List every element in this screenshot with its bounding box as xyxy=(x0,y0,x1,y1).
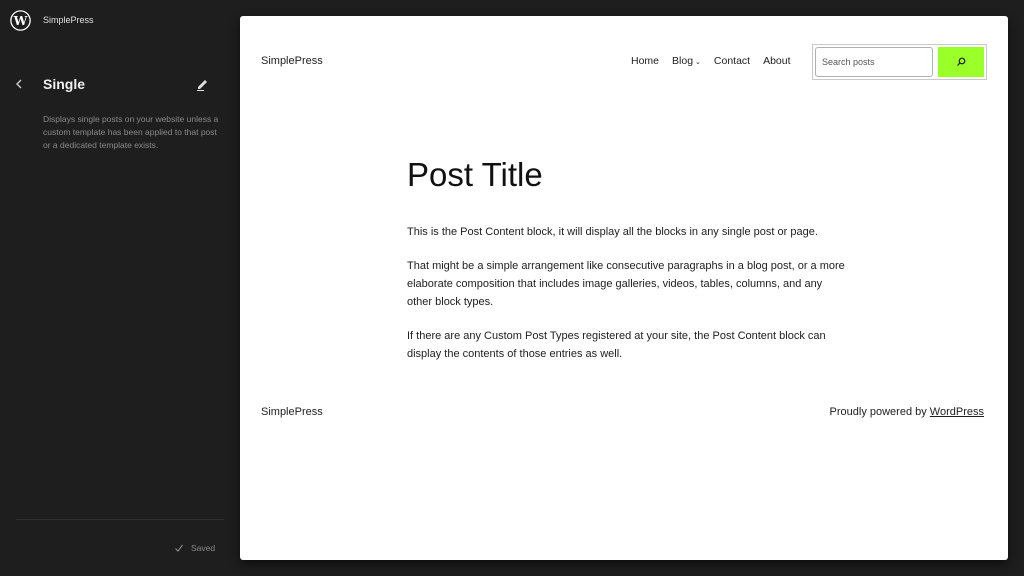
wordpress-logo-icon[interactable]: W xyxy=(10,10,31,31)
nav-item-home[interactable]: Home xyxy=(631,55,659,67)
saved-label: Saved xyxy=(191,543,216,553)
nav-item-about[interactable]: About xyxy=(763,55,790,67)
svg-text:W: W xyxy=(13,13,28,28)
check-icon xyxy=(175,544,183,552)
search-block xyxy=(812,44,987,80)
sidebar-divider xyxy=(16,519,224,520)
wordpress-link[interactable]: WordPress xyxy=(930,406,984,418)
credit-prefix: Proudly powered by xyxy=(829,406,930,418)
post-paragraph: If there are any Custom Post Types regis… xyxy=(407,330,826,360)
template-description: Displays single posts on your website un… xyxy=(43,114,219,150)
editor-canvas[interactable]: SimplePress Home Blog⌄ Contact About Pos… xyxy=(240,16,1008,560)
post-title[interactable]: Post Title xyxy=(407,156,543,194)
template-sidebar: W SimplePress Single Displays single pos… xyxy=(0,0,240,576)
pencil-icon xyxy=(197,80,207,91)
chevron-left-icon xyxy=(16,79,22,89)
footer-site-title[interactable]: SimplePress xyxy=(261,406,323,418)
search-icon xyxy=(957,57,966,66)
nav-item-blog[interactable]: Blog ⌄ xyxy=(672,55,701,67)
nav-item-contact[interactable]: Contact xyxy=(714,55,750,67)
post-content[interactable]: This is the Post Content block, it will … xyxy=(407,223,847,379)
post-paragraph: This is the Post Content block, it will … xyxy=(407,226,818,238)
chevron-down-icon: ⌄ xyxy=(695,59,701,66)
search-input[interactable] xyxy=(815,47,933,77)
back-button[interactable] xyxy=(13,76,27,92)
saved-status: Saved xyxy=(174,543,215,553)
nav-item-blog-label: Blog xyxy=(672,55,694,67)
footer-credit: Proudly powered by WordPress xyxy=(830,406,984,418)
post-paragraph: That might be a simple arrangement like … xyxy=(407,260,845,308)
header-site-title[interactable]: SimplePress xyxy=(261,55,323,67)
edit-template-button[interactable] xyxy=(194,76,210,92)
site-name: SimplePress xyxy=(43,15,94,25)
navigation-menu: Home Blog ⌄ Contact About xyxy=(631,55,791,67)
panel-title: Single xyxy=(43,76,86,92)
search-button[interactable] xyxy=(938,47,984,77)
